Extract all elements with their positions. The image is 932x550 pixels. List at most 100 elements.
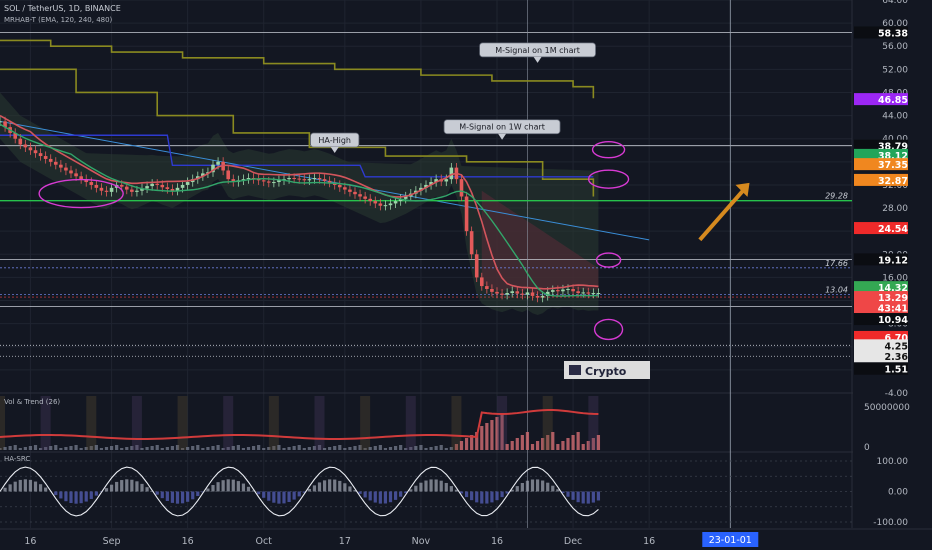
candle-body-22	[109, 187, 114, 192]
candle-body-104	[525, 292, 530, 295]
time-tick-5: Nov	[412, 536, 431, 547]
price-label-6: 24.54	[878, 224, 908, 235]
annotation-text-2: HA-High	[318, 136, 351, 145]
osc-bar-41	[206, 488, 210, 492]
volume-bar-28	[140, 448, 144, 450]
volume-bar-57	[287, 447, 291, 450]
annotation-text-0: M-Signal on 1M chart	[495, 46, 580, 55]
osc-bar-118	[596, 491, 601, 501]
symbol-title: SOL / TetherUS, 1D, BINANCE	[4, 4, 121, 13]
volume-bar-14	[69, 446, 73, 450]
osc-bar-51	[257, 491, 261, 495]
volume-bar-102	[515, 438, 519, 450]
volume-bar-105	[530, 444, 535, 450]
annotation-text-1: M-Signal on 1W chart	[459, 123, 545, 132]
volume-bar-64	[322, 448, 327, 450]
osc-bar-105	[530, 479, 535, 492]
volume-bar-96	[485, 423, 489, 450]
osc-bar-36	[180, 491, 185, 504]
price-axis[interactable]: 64.0060.0056.0052.0048.0044.0040.0036.00…	[853, 0, 932, 550]
osc-bar-44	[221, 480, 225, 492]
osc-tick-1: 0.00	[888, 488, 908, 498]
osc-bar-69	[348, 486, 352, 492]
osc-bar-52	[262, 491, 266, 498]
volume-bar-21	[104, 447, 109, 450]
candle-body-57	[287, 178, 291, 180]
price-tick-17: -4.00	[885, 389, 909, 399]
candle-body-24	[119, 184, 124, 187]
volume-tick-1: 0	[864, 443, 870, 453]
candle-body-91	[459, 179, 464, 197]
osc-bar-29	[145, 487, 149, 492]
candle-body-102	[515, 291, 520, 294]
volume-bar-43	[216, 445, 220, 450]
osc-bar-116	[586, 491, 590, 504]
volume-bar-39	[196, 445, 200, 450]
volume-bar-74	[373, 446, 377, 450]
candle-body-88	[444, 179, 449, 182]
osc-bar-56	[282, 491, 286, 504]
volume-bar-118	[596, 435, 601, 450]
osc-bar-113	[571, 491, 575, 500]
osc-bar-72	[363, 491, 367, 498]
osc-bar-57	[287, 491, 291, 503]
volume-bar-79	[399, 445, 403, 450]
volume-bar-16	[79, 448, 83, 450]
candle-body-36	[180, 184, 185, 188]
candle-body-5	[23, 144, 28, 148]
osc-bar-14	[69, 491, 73, 504]
osc-bar-54	[272, 491, 276, 503]
candle-body-63	[317, 178, 322, 180]
volume-bar-24	[120, 448, 124, 450]
osc-bar-15	[74, 491, 78, 504]
volume-bar-100	[505, 444, 509, 450]
osc-bar-33	[165, 491, 169, 501]
volume-bar-2	[8, 446, 12, 450]
osc-bar-16	[79, 491, 83, 504]
osc-bar-77	[388, 491, 393, 503]
volume-bar-12	[59, 448, 63, 450]
osc-bar-59	[297, 491, 301, 497]
candle-body-73	[368, 198, 373, 202]
osc-bar-108	[546, 482, 550, 492]
candle-body-100	[505, 293, 509, 295]
candle-body-92	[464, 196, 469, 232]
osc-bar-37	[186, 491, 190, 502]
volume-bar-95	[480, 426, 484, 450]
osc-bar-11	[54, 491, 58, 496]
time-axis[interactable]: 16 Sep 16 Oct 17 Nov 16 Dec 16 23-01-01	[0, 528, 932, 550]
volume-bar-103	[520, 435, 524, 450]
osc-bar-117	[591, 491, 595, 503]
candle-body-18	[89, 182, 94, 185]
volume-bar-109	[551, 432, 555, 450]
candle-body-9	[43, 156, 48, 159]
osc-bar-93	[470, 491, 474, 501]
price-label-15: 1.51	[885, 365, 908, 376]
osc-bar-38	[191, 491, 195, 500]
candle-body-20	[99, 187, 104, 191]
osc-bar-106	[535, 479, 540, 492]
candle-body-96	[485, 286, 489, 289]
osc-bar-3	[13, 481, 17, 492]
osc-bar-114	[576, 491, 580, 503]
candle-body-15	[74, 173, 78, 177]
candle-body-14	[69, 170, 73, 174]
time-tick-6: 16	[491, 536, 503, 547]
volume-bar-111	[561, 441, 565, 450]
candle-body-43	[216, 161, 220, 165]
osc-bar-45	[226, 479, 230, 492]
watermark-mark	[569, 365, 581, 375]
osc-bar-62	[312, 485, 317, 492]
candle-body-13	[64, 167, 68, 171]
chart-background	[0, 0, 932, 550]
volume-bar-34	[170, 446, 175, 450]
candle-body-111	[561, 289, 565, 292]
volume-bar-58	[292, 446, 296, 450]
volume-bar-66	[333, 446, 337, 450]
osc-bar-19	[94, 491, 98, 496]
osc-bar-98	[495, 491, 499, 501]
osc-bar-87	[439, 480, 443, 492]
candle-body-59	[297, 178, 302, 180]
volume-bar-51	[257, 445, 261, 450]
candle-body-62	[312, 178, 317, 180]
